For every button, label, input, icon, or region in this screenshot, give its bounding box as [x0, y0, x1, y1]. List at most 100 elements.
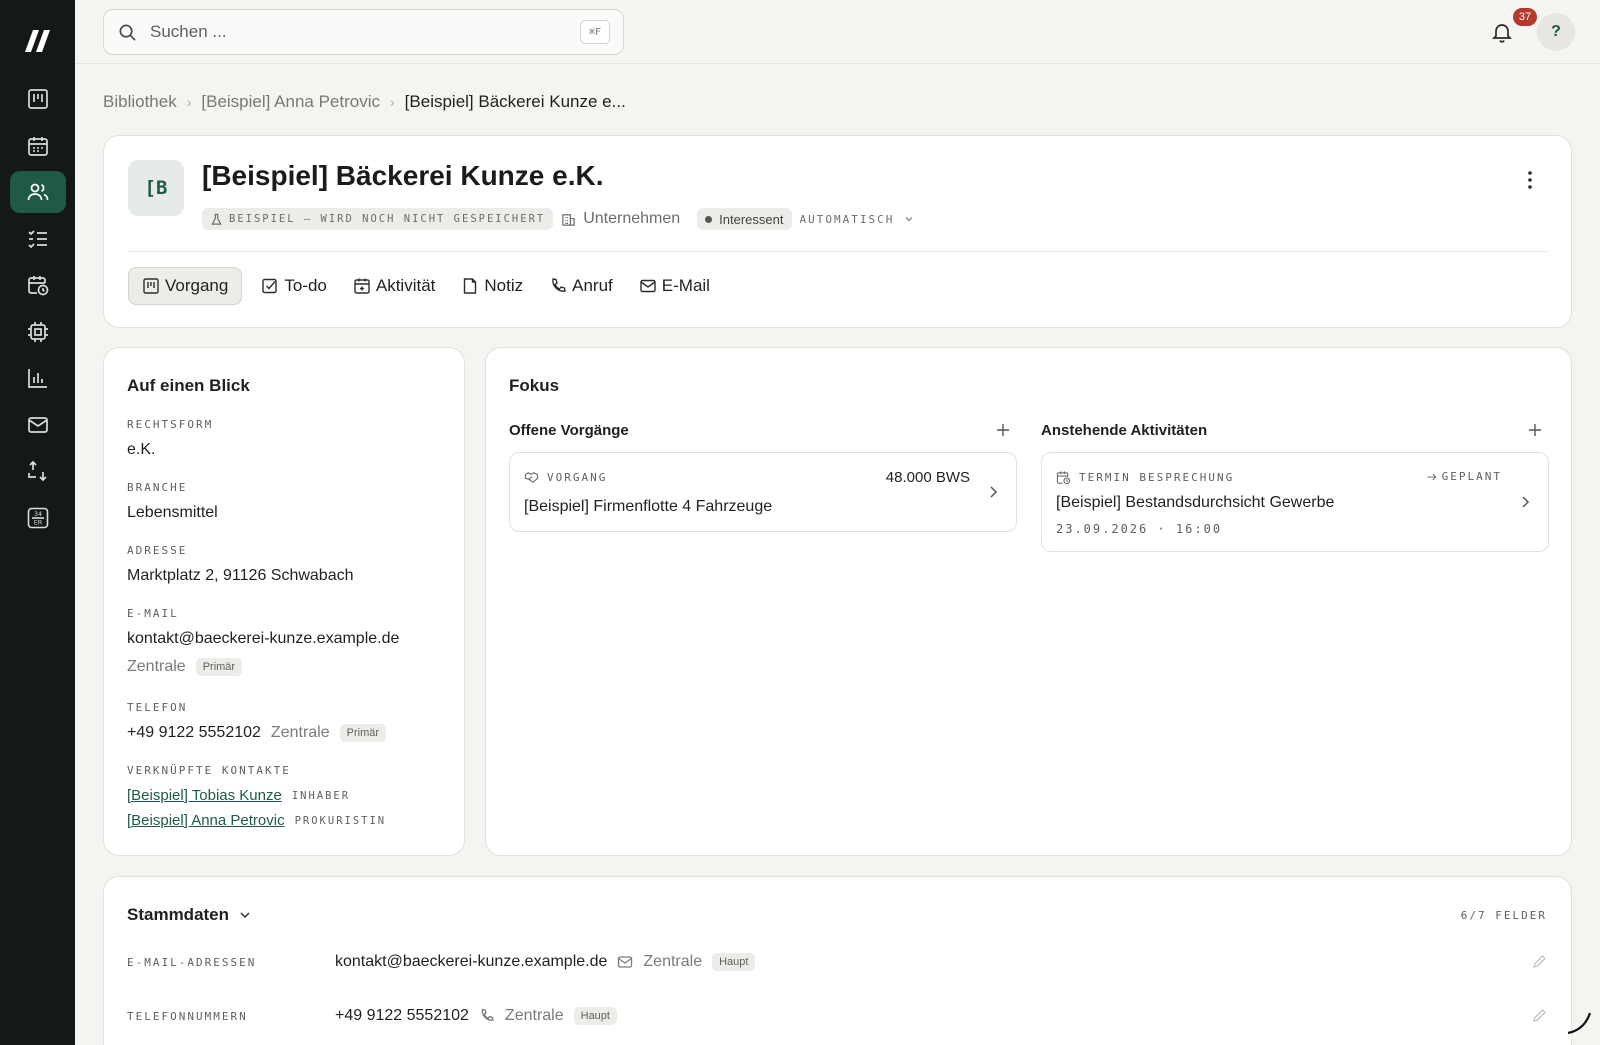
address-value: Marktplatz 2, 91126 Schwabach: [127, 567, 354, 584]
activity-kicker-label: TERMIN BESPRECHUNG: [1079, 471, 1235, 484]
table-row: TELEFONNUMMERN +49 9122 5552102 Zentrale…: [127, 1004, 1547, 1028]
master-data-type: Zentrale: [504, 1007, 564, 1024]
example-badge: BEISPIEL – WIRD NOCH NICHT GESPEICHERT: [202, 208, 554, 230]
at-a-glance-title: Auf einen Blick: [127, 376, 250, 395]
list-item: [Beispiel] Anna Petrovic PROKURISTIN: [127, 812, 386, 829]
email-value[interactable]: kontakt@baeckerei-kunze.example.de: [127, 630, 399, 648]
sidebar-item-tasks[interactable]: [10, 218, 66, 260]
add-deal-plus-icon[interactable]: [995, 422, 1011, 438]
new-note-label: Notiz: [484, 276, 524, 295]
fields-count: 6/7 FELDER: [1460, 909, 1547, 922]
new-call-button[interactable]: Anruf: [536, 267, 626, 305]
sidebar-item-calendar[interactable]: [10, 125, 66, 167]
new-todo-label: To-do: [284, 276, 327, 295]
mail-icon: [28, 417, 48, 433]
email-primary-badge: Primär: [195, 658, 243, 676]
upload-download-icon: [28, 460, 47, 482]
chevron-down-icon: [905, 217, 913, 222]
bell-icon[interactable]: [1490, 20, 1514, 44]
breadcrumb-chevron-icon: ›: [390, 94, 395, 110]
add-activity-plus-icon[interactable]: [1527, 422, 1543, 438]
search-box[interactable]: ⌘F: [103, 9, 624, 55]
email-label: E-MAIL: [127, 607, 179, 620]
legal-form-label: RECHTSFORM: [127, 418, 214, 431]
status-mode-label: AUTOMATISCH: [799, 212, 895, 226]
master-data-badge: Haupt: [712, 953, 756, 971]
status-badge[interactable]: Interessent: [697, 208, 792, 230]
new-deal-label: Vorgang: [165, 276, 229, 295]
kanban-icon: [28, 89, 48, 109]
new-email-button[interactable]: E-Mail: [626, 267, 723, 305]
new-todo-button[interactable]: To-do: [248, 267, 340, 305]
arrow-right-icon: [1427, 473, 1437, 480]
kanban-icon: [143, 278, 159, 294]
phone-type: Zentrale: [270, 724, 330, 741]
list-item: [Beispiel] Tobias Kunze INHABER: [127, 787, 386, 804]
tax-icon-bottom: ER: [34, 519, 43, 527]
sidebar-item-chip[interactable]: [10, 311, 66, 353]
legal-form-value: e.K.: [127, 441, 156, 458]
industry-value: Lebensmittel: [127, 504, 218, 521]
sidebar-item-dashboard[interactable]: [10, 78, 66, 120]
table-row: E-MAIL-ADRESSEN kontakt@baeckerei-kunze.…: [127, 950, 1547, 974]
topbar: ⌘F 37 ?: [75, 0, 1600, 64]
linked-contact-link[interactable]: [Beispiel] Tobias Kunze: [127, 787, 282, 804]
linked-contact-role: PROKURISTIN: [294, 814, 387, 827]
activity-kicker: TERMIN BESPRECHUNG: [1056, 470, 1234, 485]
master-data-label: TELEFONNUMMERN: [127, 1009, 248, 1023]
breadcrumb-chevron-icon: ›: [186, 94, 192, 110]
new-activity-button[interactable]: Aktivität: [340, 267, 449, 305]
phone-label: TELEFON: [127, 701, 188, 714]
phone-field: TELEFON +49 9122 5552102 Zentrale Primär: [127, 701, 387, 742]
status-label: Interessent: [719, 211, 784, 227]
help-button[interactable]: ?: [1537, 13, 1575, 51]
mail-icon: [618, 956, 633, 968]
page-title: [Beispiel] Bäckerei Kunze e.K.: [202, 160, 604, 191]
email-type: Zentrale: [127, 658, 186, 675]
building-icon: [562, 213, 575, 226]
master-data-value[interactable]: kontakt@baeckerei-kunze.example.de: [335, 953, 607, 971]
breadcrumb-item-library[interactable]: Bibliothek: [103, 92, 177, 112]
activity-card[interactable]: TERMIN BESPRECHUNG GEPLANT [Beispiel] Be…: [1041, 452, 1549, 552]
linked-contacts-field: VERKNÜPFTE KONTAKTE [Beispiel] Tobias Ku…: [127, 764, 386, 829]
breadcrumb-item-contact[interactable]: [Beispiel] Anna Petrovic: [201, 92, 380, 112]
status-mode-dropdown[interactable]: AUTOMATISCH: [800, 213, 915, 226]
linked-contacts-label: VERKNÜPFTE KONTAKTE: [127, 764, 291, 777]
edit-pencil-icon[interactable]: [1531, 1008, 1547, 1024]
search-input[interactable]: [150, 20, 550, 44]
edit-pencil-icon[interactable]: [1531, 954, 1547, 970]
breadcrumb: Bibliothek › [Beispiel] Anna Petrovic › …: [103, 92, 626, 112]
flask-icon: [211, 213, 222, 225]
search-shortcut-hint: ⌘F: [580, 20, 610, 44]
calendar-plus-icon: [354, 278, 370, 294]
new-deal-button[interactable]: Vorgang: [128, 267, 243, 305]
company-type-label: Unternehmen: [583, 210, 681, 227]
note-icon: [464, 278, 477, 294]
more-options-icon[interactable]: [1527, 170, 1533, 190]
header-divider: [128, 251, 1547, 252]
users-icon: [27, 183, 49, 201]
example-badge-label: BEISPIEL – WIRD NOCH NICHT GESPEICHERT: [229, 213, 546, 225]
sidebar-item-schedule[interactable]: [10, 264, 66, 306]
checkbox-icon: [262, 278, 278, 294]
app-logo-icon[interactable]: [24, 28, 52, 54]
activity-datetime: 23.09.2026 · 16:00: [1056, 522, 1223, 536]
sidebar-item-contacts[interactable]: [10, 171, 66, 213]
sidebar-item-mail[interactable]: [10, 404, 66, 446]
deal-card[interactable]: VORGANG 48.000 BWS [Beispiel] Firmenflot…: [509, 452, 1017, 532]
new-note-button[interactable]: Notiz: [448, 267, 536, 305]
mail-icon: [640, 279, 656, 293]
new-call-label: Anruf: [572, 276, 613, 295]
master-data-value[interactable]: +49 9122 5552102: [335, 1007, 469, 1025]
industry-field: BRANCHE Lebensmittel: [127, 481, 218, 522]
phone-value[interactable]: +49 9122 5552102: [127, 724, 261, 742]
linked-contact-link[interactable]: [Beispiel] Anna Petrovic: [127, 812, 285, 829]
master-data-toggle[interactable]: Stammdaten: [127, 905, 251, 925]
master-data-card: Stammdaten 6/7 FELDER E-MAIL-ADRESSEN ko…: [103, 876, 1572, 1045]
chevron-right-icon: [990, 486, 998, 498]
master-data-label: E-MAIL-ADRESSEN: [127, 955, 257, 969]
sidebar-item-import-export[interactable]: [10, 450, 66, 492]
calendar-icon: [28, 137, 48, 156]
sidebar-item-tax[interactable]: 34 ER: [10, 497, 66, 539]
sidebar-item-reports[interactable]: [10, 357, 66, 399]
